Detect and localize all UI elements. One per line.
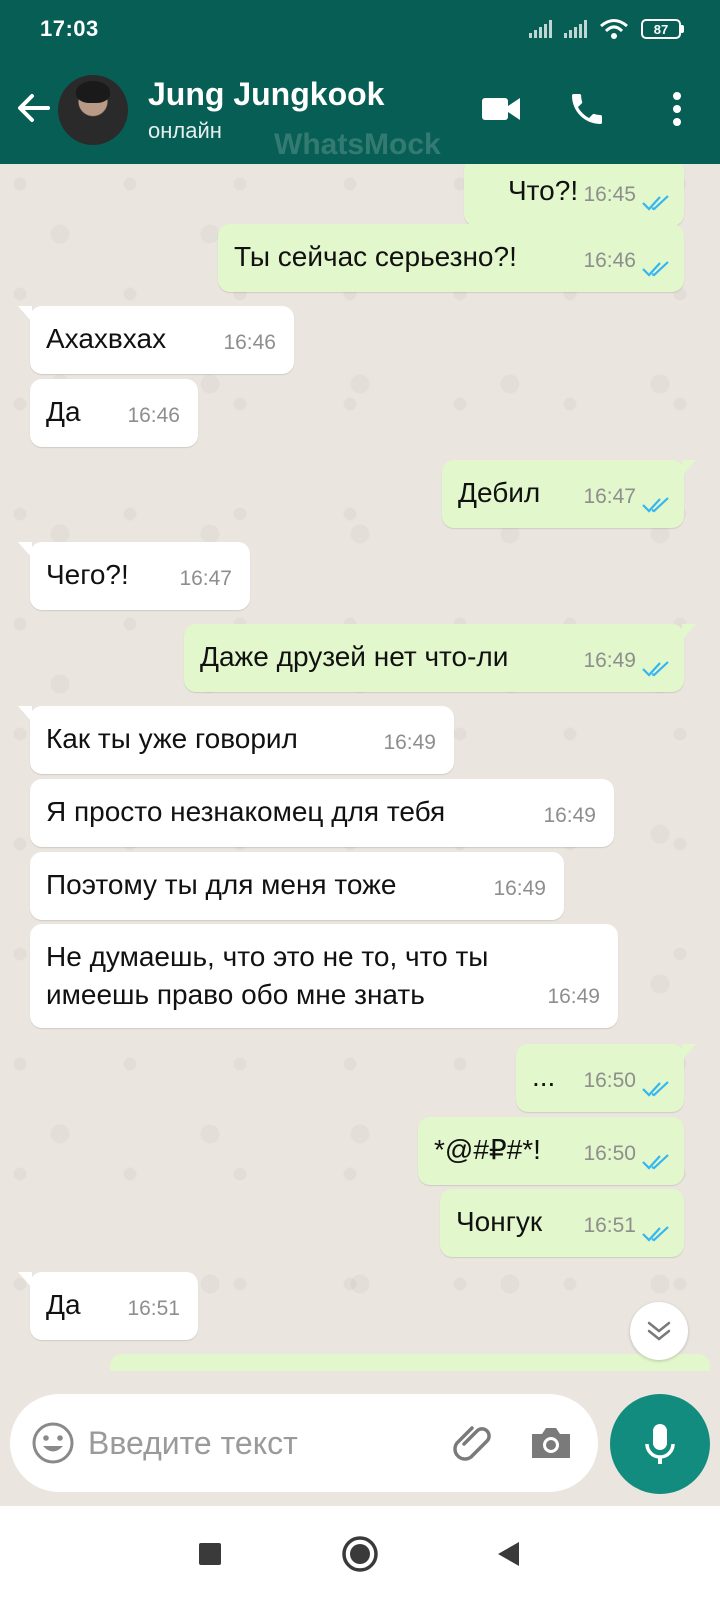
message-outgoing[interactable]: Дебил 16:47 bbox=[442, 460, 696, 528]
message-outgoing[interactable]: *@#₽#*! 16:50 bbox=[418, 1117, 684, 1185]
message-incoming[interactable]: Я просто незнакомец для тебя 16:49 bbox=[30, 779, 614, 847]
message-time: 16:51 bbox=[127, 1297, 180, 1320]
menu-button[interactable] bbox=[652, 84, 702, 134]
read-ticks-icon bbox=[642, 1226, 669, 1242]
message-incoming[interactable]: Поэтому ты для меня тоже 16:49 bbox=[30, 852, 564, 920]
message-time: 16:46 bbox=[223, 331, 276, 354]
message-time: 16:47 bbox=[583, 485, 636, 508]
read-ticks-icon bbox=[642, 195, 669, 211]
system-nav-bar bbox=[0, 1506, 720, 1600]
watermark: WhatsMock bbox=[274, 128, 441, 161]
emoji-icon bbox=[32, 1422, 74, 1464]
emoji-button[interactable] bbox=[32, 1422, 74, 1464]
status-icons: 87 bbox=[529, 18, 684, 40]
back-button[interactable] bbox=[14, 88, 54, 128]
message-text: Дебил bbox=[458, 477, 541, 508]
voice-call-button[interactable] bbox=[562, 84, 612, 134]
arrow-left-icon bbox=[18, 94, 50, 122]
message-incoming[interactable]: Чего?! 16:47 bbox=[18, 542, 250, 610]
message-input-bar bbox=[10, 1394, 598, 1492]
message-text: Да bbox=[46, 396, 81, 427]
read-ticks-icon bbox=[642, 661, 669, 677]
read-ticks-icon bbox=[642, 1154, 669, 1170]
message-text: Поэтому ты для меня тоже bbox=[46, 869, 397, 900]
message-text: Ахахвхах bbox=[46, 323, 167, 354]
message-time: 16:49 bbox=[543, 804, 596, 827]
message-incoming[interactable]: Не думаешь, что это не то, что ты имеешь… bbox=[30, 924, 618, 1028]
paperclip-icon bbox=[453, 1426, 491, 1461]
recent-apps-button[interactable] bbox=[190, 1534, 230, 1574]
message-time: 16:46 bbox=[127, 404, 180, 427]
contact-status: онлайн bbox=[148, 118, 222, 143]
message-text: *@#₽#*! bbox=[434, 1134, 541, 1165]
message-text: Я просто незнакомец для тебя bbox=[46, 796, 446, 827]
message-text: Да bbox=[46, 1289, 81, 1320]
message-incoming[interactable]: Да 16:51 bbox=[18, 1272, 198, 1340]
square-icon bbox=[199, 1543, 221, 1565]
read-ticks-icon bbox=[642, 497, 669, 513]
chevron-double-down-icon bbox=[647, 1321, 671, 1341]
more-vertical-icon bbox=[673, 92, 681, 126]
video-camera-icon bbox=[482, 98, 520, 120]
message-outgoing[interactable]: Что?! 16:45 bbox=[464, 164, 684, 226]
signal-icon-2 bbox=[564, 20, 587, 38]
status-time: 17:03 bbox=[40, 16, 99, 41]
message-outgoing[interactable]: Чонгук 16:51 bbox=[440, 1189, 684, 1257]
message-time: 16:49 bbox=[493, 877, 546, 900]
message-incoming[interactable]: Ахахвхах 16:46 bbox=[18, 306, 294, 374]
message-outgoing[interactable]: Ты сейчас серьезно?! 16:46 bbox=[218, 224, 684, 292]
back-nav-button[interactable] bbox=[488, 1534, 528, 1574]
message-time: 16:50 bbox=[583, 1142, 636, 1165]
avatar[interactable] bbox=[58, 75, 128, 145]
message-text: Чонгук bbox=[456, 1206, 543, 1237]
message-time: 16:47 bbox=[179, 567, 232, 590]
message-outgoing[interactable]: ... 16:50 bbox=[516, 1044, 696, 1112]
message-incoming[interactable]: Как ты уже говорил 16:49 bbox=[18, 706, 454, 774]
message-time: 16:49 bbox=[547, 985, 600, 1008]
read-ticks-icon bbox=[642, 1081, 669, 1097]
message-time: 16:49 bbox=[383, 731, 436, 754]
message-text: Чего?! bbox=[46, 559, 129, 590]
triangle-back-icon bbox=[498, 1542, 519, 1566]
battery-icon: 87 bbox=[641, 19, 684, 39]
message-time: 16:50 bbox=[583, 1069, 636, 1092]
message-incoming[interactable]: Да 16:46 bbox=[30, 379, 198, 447]
message-outgoing-partial bbox=[110, 1354, 710, 1371]
home-button[interactable] bbox=[340, 1534, 380, 1574]
message-text: Ты сейчас серьезно?! bbox=[234, 241, 517, 272]
message-time: 16:46 bbox=[583, 249, 636, 272]
camera-button[interactable] bbox=[528, 1420, 574, 1466]
message-time: 16:49 bbox=[583, 649, 636, 672]
signal-icon bbox=[529, 20, 552, 38]
phone-icon bbox=[572, 94, 602, 124]
message-text: Даже друзей нет что-ли bbox=[200, 641, 509, 672]
attach-button[interactable] bbox=[450, 1420, 496, 1466]
message-text: ... bbox=[532, 1061, 556, 1092]
status-bar: 17:03 87 bbox=[0, 0, 720, 58]
microphone-icon bbox=[645, 1424, 675, 1464]
read-ticks-icon bbox=[642, 261, 669, 277]
wifi-icon bbox=[600, 19, 628, 39]
chat-header: Jung Jungkook онлайн WhatsMock bbox=[0, 58, 720, 164]
message-text: Что?! bbox=[508, 175, 579, 206]
camera-icon bbox=[532, 1428, 570, 1458]
message-time: 16:45 bbox=[583, 183, 636, 206]
message-time: 16:51 bbox=[583, 1214, 636, 1237]
battery-level: 87 bbox=[641, 19, 681, 39]
message-outgoing[interactable]: Даже друзей нет что-ли 16:49 bbox=[184, 624, 696, 692]
video-call-button[interactable] bbox=[476, 84, 526, 134]
scroll-to-bottom-button[interactable] bbox=[630, 1302, 688, 1360]
message-text: Как ты уже говорил bbox=[46, 723, 298, 754]
contact-name[interactable]: Jung Jungkook bbox=[148, 76, 384, 113]
microphone-button[interactable] bbox=[610, 1394, 710, 1494]
message-text: Не думаешь, что это не то, что ты имеешь… bbox=[46, 941, 489, 1010]
home-circle-icon bbox=[342, 1536, 378, 1572]
chat-area[interactable]: Что?! 16:45 Ты сейчас серьезно?! 16:46 А… bbox=[0, 164, 720, 1371]
message-input[interactable] bbox=[88, 1416, 408, 1470]
